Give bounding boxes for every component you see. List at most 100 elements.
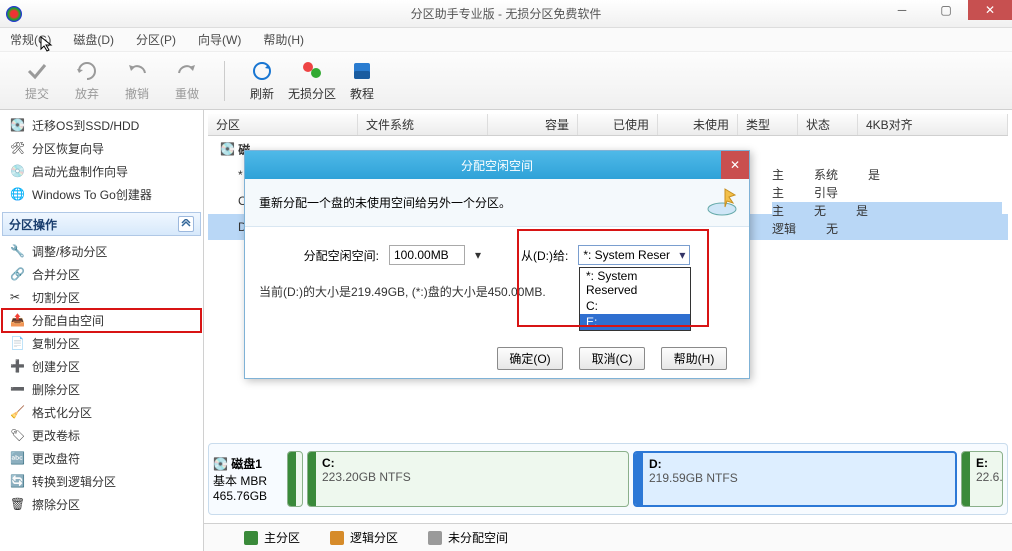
legend-unalloc: 未分配空间	[428, 529, 508, 546]
title-bar: 分区助手专业版 - 无损分区免费软件 ─ ▢ ✕	[0, 0, 1012, 28]
op-copy[interactable]: 📄复制分区	[2, 332, 201, 355]
wizard-bootdisk[interactable]: 💿启动光盘制作向导	[2, 160, 201, 183]
minimize-button[interactable]: ─	[880, 0, 924, 20]
op-allocate-free[interactable]: 📤分配自由空间	[2, 309, 201, 332]
disk-icon: 💽 磁盘1	[213, 455, 283, 472]
th-partition[interactable]: 分区	[208, 114, 358, 135]
disk-icon: 💽	[220, 142, 235, 156]
delete-icon: ➖	[10, 382, 26, 398]
chevron-up-icon[interactable]	[178, 216, 194, 232]
letter-icon: 🔤	[10, 451, 26, 467]
ops-panel-header[interactable]: 分区操作	[2, 212, 201, 236]
menu-wizard[interactable]: 向导(W)	[194, 29, 245, 50]
redo-button[interactable]: 重做	[162, 59, 212, 102]
discard-button[interactable]: 放弃	[62, 59, 112, 102]
create-icon: ➕	[10, 359, 26, 375]
menu-general[interactable]: 常规(G)	[6, 29, 55, 50]
op-create[interactable]: ➕创建分区	[2, 355, 201, 378]
op-format[interactable]: 🧹格式化分区	[2, 401, 201, 424]
th-unused[interactable]: 未使用	[658, 114, 738, 135]
op-wipe[interactable]: 🗑擦除分区	[2, 493, 201, 516]
wizard-wtg[interactable]: 🌐Windows To Go创建器	[2, 183, 201, 206]
row-e-info: 逻辑无	[772, 220, 1002, 238]
tutorial-button[interactable]: 教程	[337, 59, 387, 102]
menu-help[interactable]: 帮助(H)	[259, 29, 308, 50]
row-c-info: 主引导	[772, 184, 1002, 202]
op-resize[interactable]: 🔧调整/移动分区	[2, 240, 201, 263]
format-icon: 🧹	[10, 405, 26, 421]
dialog-description: 重新分配一个盘的未使用空间给另外一个分区。	[259, 194, 511, 211]
dialog-buttons: 确定(O) 取消(C) 帮助(H)	[245, 338, 749, 378]
undo-icon	[125, 59, 149, 83]
segment-reserved[interactable]: *3	[287, 451, 303, 507]
dialog-close-button[interactable]: ✕	[721, 151, 749, 179]
th-4kb[interactable]: 4KB对齐	[858, 114, 1008, 135]
ok-button[interactable]: 确定(O)	[497, 347, 563, 370]
op-split[interactable]: ✂切割分区	[2, 286, 201, 309]
legend: 主分区 逻辑分区 未分配空间	[204, 523, 1012, 551]
menu-bar: 常规(G) 磁盘(D) 分区(P) 向导(W) 帮助(H)	[0, 28, 1012, 52]
lossless-button[interactable]: 无损分区	[287, 59, 337, 102]
op-convert[interactable]: 🔄转换到逻辑分区	[2, 470, 201, 493]
toolbar: 提交 放弃 撤销 重做 刷新 无损分区 教程	[0, 52, 1012, 110]
partition-icon	[300, 59, 324, 83]
op-label[interactable]: 🏷更改卷标	[2, 424, 201, 447]
undo-button[interactable]: 撤销	[112, 59, 162, 102]
resize-icon: 🔧	[10, 244, 26, 260]
recover-icon: 🛠	[10, 141, 26, 157]
wizard-migrate-os[interactable]: 💽迁移OS到SSD/HDD	[2, 114, 201, 137]
copy-icon: 📄	[10, 336, 26, 352]
disk-info[interactable]: 💽 磁盘1 基本 MBR 465.76GB	[213, 455, 283, 503]
close-button[interactable]: ✕	[968, 0, 1012, 20]
check-icon	[25, 59, 49, 83]
dialog-header: 重新分配一个盘的未使用空间给另外一个分区。	[245, 179, 749, 227]
op-merge[interactable]: 🔗合并分区	[2, 263, 201, 286]
alloc-label: 分配空闲空间:	[304, 247, 379, 264]
row-star-info: 主系统是	[772, 166, 1002, 184]
refresh-button[interactable]: 刷新	[237, 59, 287, 102]
unit-dropdown-icon[interactable]: ▾	[475, 248, 481, 262]
toolbar-separator	[224, 61, 225, 101]
discard-icon	[75, 59, 99, 83]
left-sidebar: 💽迁移OS到SSD/HDD 🛠分区恢复向导 💿启动光盘制作向导 🌐Windows…	[0, 110, 204, 551]
allocate-dialog: 分配空闲空间 ✕ 重新分配一个盘的未使用空间给另外一个分区。 分配空闲空间: ▾…	[244, 150, 750, 379]
window-title: 分区助手专业版 - 无损分区免费软件	[0, 5, 1012, 22]
commit-button[interactable]: 提交	[12, 59, 62, 102]
th-status[interactable]: 状态	[798, 114, 858, 135]
legend-primary: 主分区	[244, 529, 300, 546]
refresh-icon	[250, 59, 274, 83]
menu-disk[interactable]: 磁盘(D)	[69, 29, 118, 50]
op-delete[interactable]: ➖删除分区	[2, 378, 201, 401]
convert-icon: 🔄	[10, 474, 26, 490]
dialog-body: 分配空闲空间: ▾ 从(D:)给: *: System Reser ▾ *: S…	[245, 227, 749, 338]
partition-table-header: 分区 文件系统 容量 已使用 未使用 类型 状态 4KB对齐	[208, 114, 1008, 136]
globe-icon: 🌐	[10, 187, 26, 203]
th-capacity[interactable]: 容量	[488, 114, 578, 135]
ops-list: 🔧调整/移动分区 🔗合并分区 ✂切割分区 📤分配自由空间 📄复制分区 ➕创建分区…	[0, 238, 203, 518]
alloc-amount-input[interactable]	[389, 245, 465, 265]
merge-icon: 🔗	[10, 267, 26, 283]
segment-d[interactable]: D:219.59GB NTFS	[633, 451, 957, 507]
disk-send-icon	[705, 185, 739, 219]
allocate-icon: 📤	[10, 313, 26, 329]
th-fs[interactable]: 文件系统	[358, 114, 488, 135]
op-letter[interactable]: 🔤更改盘符	[2, 447, 201, 470]
menu-partition[interactable]: 分区(P)	[132, 29, 180, 50]
th-used[interactable]: 已使用	[578, 114, 658, 135]
cancel-button[interactable]: 取消(C)	[579, 347, 645, 370]
disk-map: 💽 磁盘1 基本 MBR 465.76GB *3 C:223.20GB NTFS…	[208, 443, 1008, 515]
segment-e[interactable]: E:22.6...	[961, 451, 1003, 507]
cd-icon: 💿	[10, 164, 26, 180]
redo-icon	[175, 59, 199, 83]
highlight-box	[517, 229, 709, 327]
segment-c[interactable]: C:223.20GB NTFS	[307, 451, 629, 507]
help-button[interactable]: 帮助(H)	[661, 347, 727, 370]
wipe-icon: 🗑	[10, 497, 26, 513]
label-icon: 🏷	[10, 428, 26, 444]
row-d-info: 主无是	[772, 202, 1002, 220]
split-icon: ✂	[10, 290, 26, 306]
maximize-button[interactable]: ▢	[924, 0, 968, 20]
wizard-recover[interactable]: 🛠分区恢复向导	[2, 137, 201, 160]
dialog-titlebar[interactable]: 分配空闲空间 ✕	[245, 151, 749, 179]
th-type[interactable]: 类型	[738, 114, 798, 135]
